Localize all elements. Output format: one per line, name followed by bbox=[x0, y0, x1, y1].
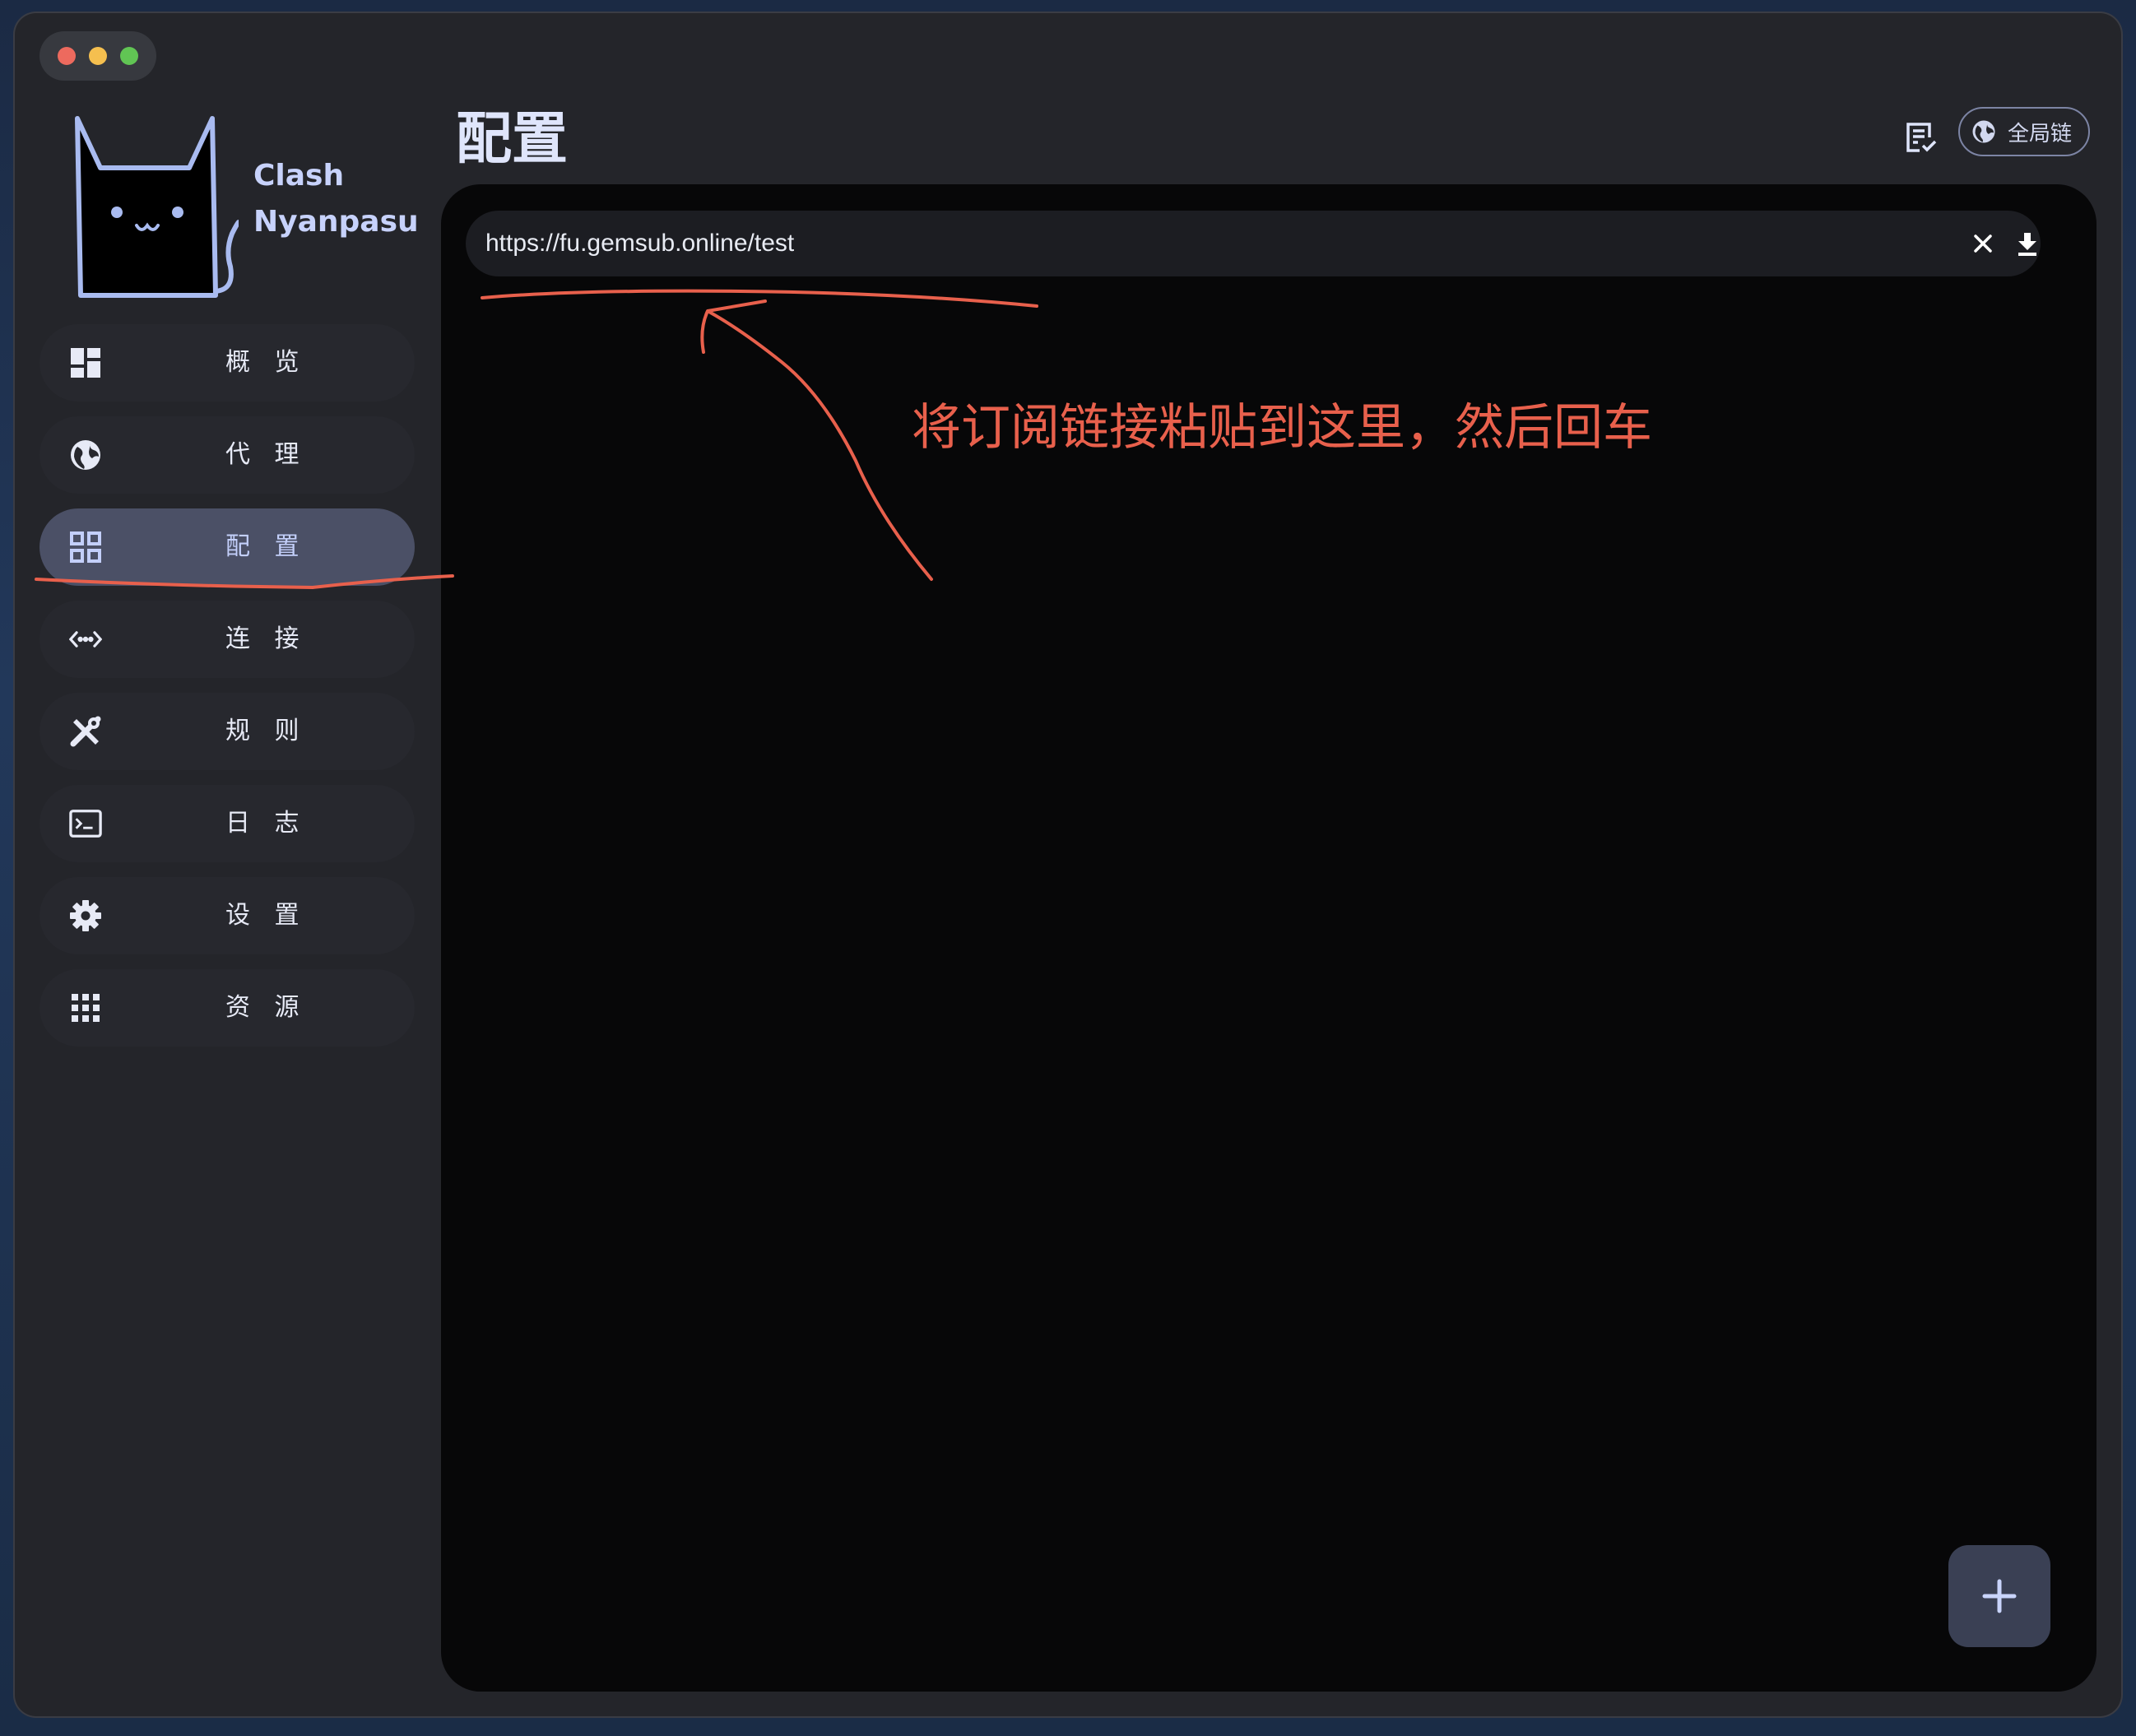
apps-grid-icon bbox=[69, 991, 102, 1024]
app-name: Clash Nyanpasu bbox=[253, 153, 419, 245]
sidebar-item-label: 概 览 bbox=[225, 348, 308, 377]
checklist-icon bbox=[1906, 123, 1937, 152]
sidebar-nav: 概 览 代 理 配 置 连 接 规 则 日 志 设 置 资 源 bbox=[39, 324, 415, 1061]
proxy-mode-label: 全局链 bbox=[2008, 121, 2073, 146]
terminal-icon bbox=[69, 807, 102, 840]
app-name-line2: Nyanpasu bbox=[253, 205, 419, 239]
tools-icon bbox=[69, 715, 102, 748]
zoom-window-button[interactable] bbox=[120, 47, 138, 65]
dashboard-icon bbox=[69, 346, 102, 379]
sidebar-item-label: 连 接 bbox=[225, 624, 308, 653]
sidebar-item-profiles[interactable]: 配 置 bbox=[39, 508, 415, 586]
globe-icon bbox=[69, 439, 102, 471]
close-icon bbox=[1974, 234, 1992, 253]
download-icon bbox=[2018, 233, 2036, 256]
grid-icon bbox=[69, 531, 102, 564]
sidebar-item-proxy[interactable]: 代 理 bbox=[39, 416, 415, 494]
sidebar-item-connections[interactable]: 连 接 bbox=[39, 601, 415, 678]
sidebar-item-rules[interactable]: 规 则 bbox=[39, 693, 415, 770]
subscription-url-bar bbox=[466, 211, 2041, 276]
annotation-text: 将订阅链接粘贴到这里，然后回车 bbox=[912, 399, 1652, 457]
add-profile-button[interactable] bbox=[1948, 1545, 2050, 1647]
import-subscription-button[interactable] bbox=[2008, 224, 2047, 263]
sidebar-item-label: 配 置 bbox=[225, 532, 308, 561]
runtime-config-button[interactable] bbox=[1894, 110, 1948, 165]
minimize-window-button[interactable] bbox=[89, 47, 107, 65]
code-dots-icon bbox=[69, 623, 102, 656]
plus-icon bbox=[1982, 1579, 2017, 1613]
gear-icon bbox=[69, 899, 102, 932]
sidebar-item-logs[interactable]: 日 志 bbox=[39, 785, 415, 862]
sidebar-item-label: 规 则 bbox=[225, 717, 308, 745]
subscription-url-input[interactable] bbox=[485, 211, 1884, 276]
app-name-line1: Clash bbox=[253, 159, 345, 193]
page-title: 配置 bbox=[456, 107, 569, 172]
sidebar-item-overview[interactable]: 概 览 bbox=[39, 324, 415, 402]
sidebar-item-label: 设 置 bbox=[225, 901, 308, 930]
sidebar-item-settings[interactable]: 设 置 bbox=[39, 877, 415, 954]
sidebar-item-label: 日 志 bbox=[225, 809, 308, 838]
sidebar-item-label: 资 源 bbox=[225, 993, 308, 1022]
close-window-button[interactable] bbox=[58, 47, 76, 65]
proxy-mode-chip[interactable]: 全局链 bbox=[1958, 107, 2090, 156]
cat-logo-icon bbox=[75, 116, 239, 298]
window-controls bbox=[39, 31, 156, 81]
sidebar-item-label: 代 理 bbox=[225, 440, 308, 469]
clear-url-button[interactable] bbox=[1963, 224, 2003, 263]
sidebar-item-resources[interactable]: 资 源 bbox=[39, 969, 415, 1047]
globe-icon bbox=[1972, 120, 1995, 143]
